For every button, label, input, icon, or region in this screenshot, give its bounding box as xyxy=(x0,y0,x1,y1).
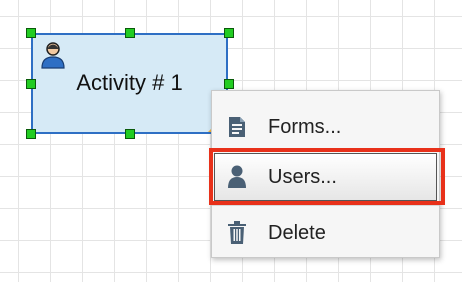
resize-handle-right[interactable] xyxy=(224,79,234,89)
resize-handle-bottom-left[interactable] xyxy=(26,129,36,139)
resize-handle-top-right[interactable] xyxy=(224,28,234,38)
activity-title: Activity # 1 xyxy=(76,70,183,95)
menu-item-forms[interactable]: Forms... xyxy=(212,99,439,155)
trash-icon xyxy=(212,221,262,245)
resize-handle-bottom[interactable] xyxy=(125,129,135,139)
menu-item-delete[interactable]: Delete xyxy=(212,205,439,261)
resize-handle-left[interactable] xyxy=(26,79,36,89)
resize-handle-top[interactable] xyxy=(125,28,135,38)
form-document-icon xyxy=(212,116,262,138)
user-icon xyxy=(212,165,262,189)
user-icon xyxy=(41,42,65,69)
resize-handle-top-left[interactable] xyxy=(26,28,36,38)
menu-item-label: Users... xyxy=(268,165,337,188)
context-menu: Forms... Users... Delete xyxy=(211,90,440,258)
menu-item-label: Delete xyxy=(268,221,326,244)
menu-item-users[interactable]: Users... xyxy=(212,149,439,205)
menu-item-label: Forms... xyxy=(268,115,342,138)
activity-node[interactable]: Activity # 1 xyxy=(31,33,228,134)
